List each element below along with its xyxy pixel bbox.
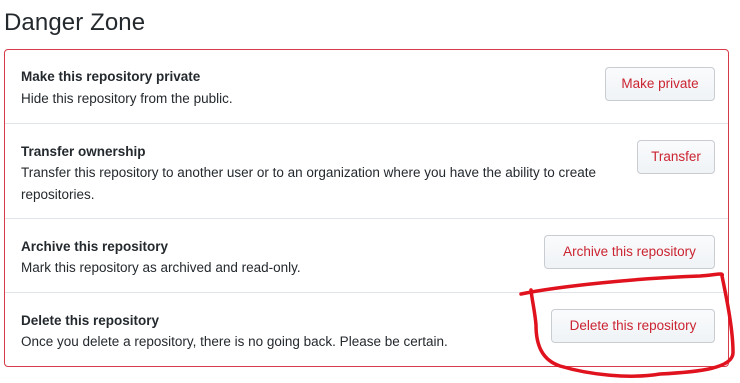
delete-repository-row: Delete this repository Once you delete a… — [5, 293, 728, 367]
delete-repository-button[interactable]: Delete this repository — [551, 309, 715, 343]
make-private-row: Make this repository private Hide this r… — [5, 50, 728, 124]
archive-repository-button[interactable]: Archive this repository — [544, 235, 715, 269]
danger-zone-box: Make this repository private Hide this r… — [4, 49, 729, 367]
make-private-button[interactable]: Make private — [605, 67, 715, 101]
delete-repository-title: Delete this repository — [21, 313, 160, 328]
settings-page: Danger Zone Make this repository private… — [0, 0, 740, 383]
archive-repository-description: Mark this repository as archived and rea… — [21, 260, 301, 275]
transfer-button[interactable]: Transfer — [637, 140, 715, 174]
transfer-ownership-title: Transfer ownership — [21, 144, 146, 159]
delete-repository-description: Once you delete a repository, there is n… — [21, 334, 448, 349]
make-private-title: Make this repository private — [21, 69, 201, 84]
archive-repository-row: Archive this repository Mark this reposi… — [5, 219, 728, 293]
danger-zone-heading: Danger Zone — [4, 9, 146, 36]
transfer-ownership-row: Transfer ownership Transfer this reposit… — [5, 124, 728, 219]
archive-repository-title: Archive this repository — [21, 239, 169, 254]
transfer-ownership-description: Transfer this repository to another user… — [21, 165, 597, 202]
make-private-description: Hide this repository from the public. — [21, 91, 233, 106]
